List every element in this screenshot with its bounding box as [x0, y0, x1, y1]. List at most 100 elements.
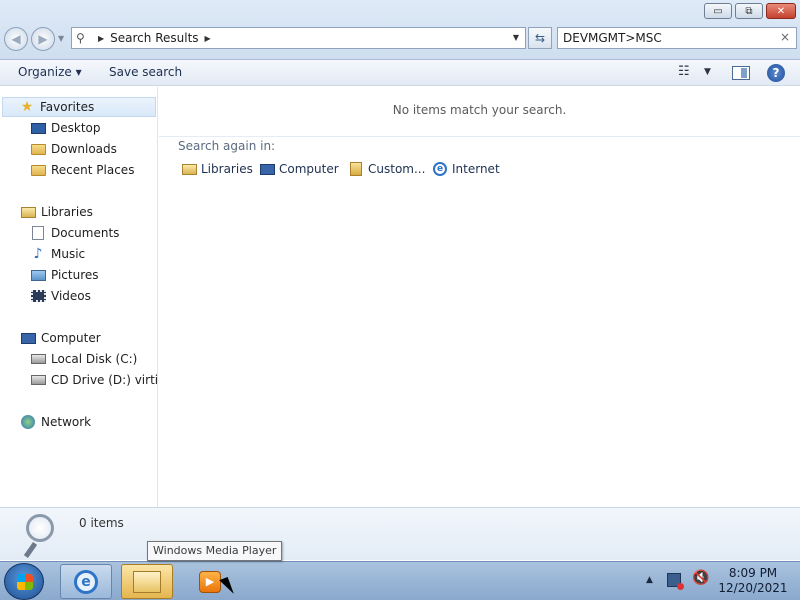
sidebar-item-libraries[interactable]: Libraries [20, 202, 93, 222]
address-bar[interactable]: ⚲ ▶ Search Results ▶ ▼ [71, 27, 526, 49]
sidebar-item-computer[interactable]: Computer [20, 328, 101, 348]
sidebar-item-videos[interactable]: Videos [30, 286, 91, 306]
empty-results-message: No items match your search. [392, 103, 567, 117]
preview-pane-icon[interactable] [732, 66, 750, 80]
search-again-item-label: Computer [279, 162, 339, 176]
back-arrow-icon: ◀ [11, 32, 21, 46]
sidebar-item-downloads[interactable]: Downloads [30, 139, 117, 159]
search-input[interactable]: DEVMGMT>MSC [563, 31, 662, 45]
breadcrumb-search-results[interactable]: Search Results [110, 31, 198, 45]
refresh-icon: ⇆ [534, 31, 546, 45]
recent-pages-dropdown[interactable]: ▼ [58, 34, 64, 43]
sidebar-item-local-disk[interactable]: Local Disk (C:) [30, 349, 137, 369]
sidebar-item-network[interactable]: Network [20, 412, 91, 432]
window-chrome: ▭ ⧉ ✕ ◀ ▶ ▼ ⚲ ▶ Search Results ▶ ▼ ⇆ DEV… [0, 0, 800, 60]
internet-explorer-icon: e [74, 569, 98, 594]
sidebar-item-desktop[interactable]: Desktop [30, 118, 101, 138]
volume-muted-icon[interactable]: 🔇 [692, 570, 709, 586]
sidebar-item-label: Downloads [51, 142, 117, 156]
clock-time: 8:09 PM [728, 566, 778, 580]
internet-explorer-icon: e [432, 162, 448, 176]
recent-places-icon [30, 163, 46, 177]
sidebar-item-label: Videos [51, 289, 91, 303]
computer-icon [20, 331, 36, 345]
search-again-item-label: Libraries [201, 162, 253, 176]
music-icon: ♪ [33, 246, 43, 262]
network-icon [20, 415, 36, 429]
sidebar-item-label: Libraries [41, 205, 93, 219]
sidebar-item-label: Local Disk (C:) [51, 352, 138, 366]
forward-arrow-icon: ▶ [38, 32, 48, 46]
save-search-button[interactable]: Save search [109, 65, 182, 79]
start-button[interactable] [4, 563, 44, 600]
close-button[interactable]: ✕ [766, 3, 796, 19]
libraries-icon [181, 162, 197, 176]
forward-button[interactable]: ▶ [31, 27, 55, 51]
windows-logo-icon [17, 574, 33, 590]
clear-search-icon[interactable]: × [780, 30, 790, 44]
hard-disk-icon [30, 352, 46, 366]
search-icon: ⚲ [76, 31, 85, 45]
computer-icon [259, 162, 275, 176]
window-controls: ▭ ⧉ ✕ [704, 3, 796, 19]
search-again-computer[interactable]: Computer [259, 162, 339, 176]
sidebar-item-pictures[interactable]: Pictures [30, 265, 99, 285]
restore-icon: ⧉ [745, 5, 753, 17]
refresh-button[interactable]: ⇆ [528, 27, 552, 49]
desktop-icon [30, 121, 46, 135]
search-again-libraries[interactable]: Libraries [181, 162, 253, 176]
sidebar-item-label: Computer [41, 331, 101, 345]
breadcrumb-arrow-icon[interactable]: ▶ [98, 34, 104, 43]
sidebar-item-recent-places[interactable]: Recent Places [30, 160, 134, 180]
show-hidden-icons-icon[interactable]: ▲ [646, 575, 653, 585]
pictures-icon [30, 268, 46, 282]
search-again-item-label: Internet [452, 162, 500, 176]
sidebar-item-favorites[interactable]: ★ Favorites [2, 97, 156, 117]
sidebar-item-label: CD Drive (D:) virtio-win [51, 373, 158, 387]
taskbar-internet-explorer[interactable]: e [60, 564, 112, 599]
network-status-icon[interactable] [667, 573, 684, 590]
sidebar-item-label: Desktop [51, 121, 101, 135]
sidebar-item-label: Documents [51, 226, 120, 240]
minimize-button[interactable]: ▭ [704, 3, 732, 19]
results-pane: No items match your search. Search again… [159, 87, 800, 507]
downloads-folder-icon [30, 142, 46, 156]
folder-icon [133, 570, 161, 593]
divider [159, 136, 800, 137]
search-again-internet[interactable]: e Internet [432, 162, 500, 176]
address-dropdown-icon[interactable]: ▼ [513, 33, 519, 42]
maximize-button[interactable]: ⧉ [735, 3, 763, 19]
search-box[interactable]: DEVMGMT>MSC × [557, 27, 797, 49]
tooltip: Windows Media Player [147, 541, 283, 561]
search-again-label: Search again in: [178, 139, 276, 153]
sidebar-item-cd-drive[interactable]: CD Drive (D:) virtio-win [30, 370, 158, 390]
libraries-icon [20, 205, 36, 219]
sidebar-item-documents[interactable]: Documents [30, 223, 119, 243]
star-icon: ★ [20, 99, 34, 115]
sidebar-item-music[interactable]: ♪ Music [30, 244, 86, 264]
custom-folder-icon [348, 162, 364, 176]
close-icon: ✕ [776, 5, 786, 17]
taskbar-windows-explorer[interactable] [121, 564, 173, 599]
item-count: 0 items [79, 516, 124, 530]
help-icon[interactable]: ? [767, 64, 785, 82]
view-dropdown-icon[interactable]: ▼ [704, 67, 711, 77]
sidebar-item-label: Network [41, 415, 92, 429]
change-view-icon[interactable]: ☷ [678, 64, 690, 79]
command-bar: Organize ▾ Save search ☷ ▼ ? [0, 60, 800, 86]
clock-date: 12/20/2021 [718, 581, 788, 595]
system-clock[interactable]: 8:09 PM 12/20/2021 [714, 566, 792, 596]
sidebar-item-label: Pictures [51, 268, 99, 282]
documents-icon [30, 226, 46, 240]
back-button[interactable]: ◀ [4, 27, 28, 51]
media-player-icon: ▶ [199, 570, 221, 593]
details-pane: 0 items [0, 507, 800, 560]
minimize-icon: ▭ [713, 5, 723, 17]
search-magnifier-icon [22, 512, 62, 558]
organize-button[interactable]: Organize ▾ [18, 65, 82, 79]
videos-icon [30, 289, 46, 303]
breadcrumb-arrow-icon[interactable]: ▶ [205, 34, 211, 43]
sidebar-item-label: Music [51, 247, 86, 261]
search-again-custom[interactable]: Custom... [348, 162, 425, 176]
taskbar: e ▶ ▲ 🔇 8:09 PM 12/20/2021 [0, 561, 800, 600]
